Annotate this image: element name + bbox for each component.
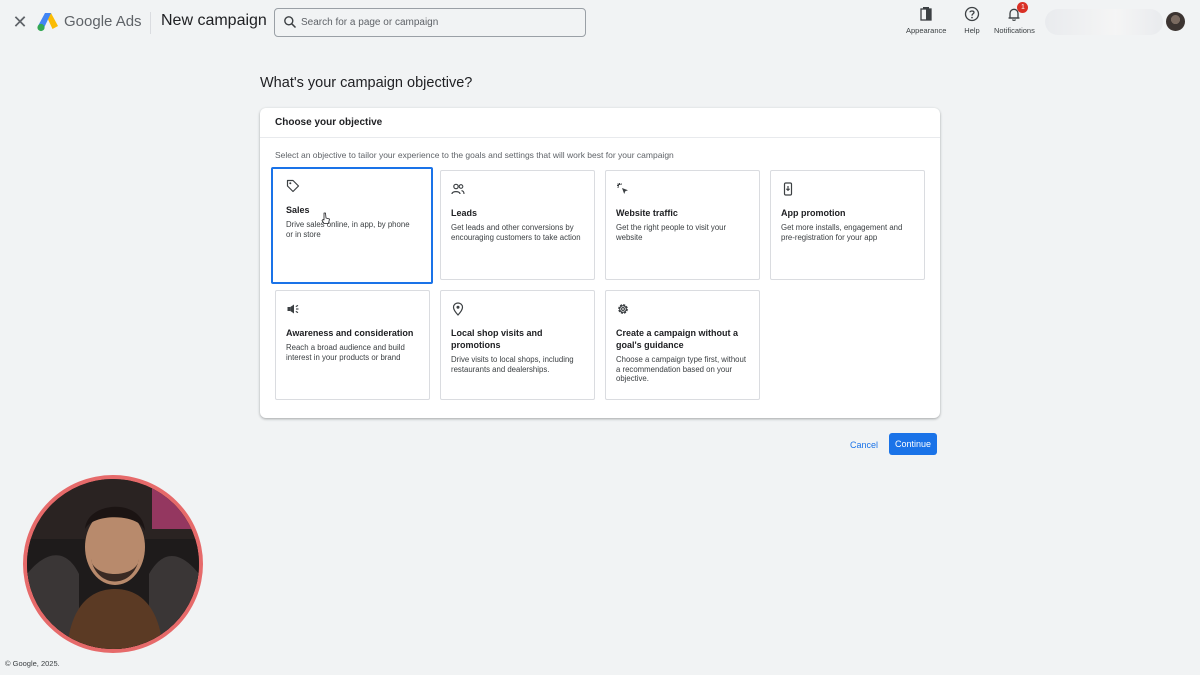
objective-description: Reach a broad audience and build interes… [286, 343, 405, 362]
people-icon [451, 183, 465, 195]
notifications-icon-wrap: 1 [1006, 2, 1029, 22]
page-title: New campaign [161, 12, 267, 29]
objective-title: Awareness and consideration [286, 328, 414, 338]
objective-card-no-goal[interactable]: Create a campaign without a goal's guida… [605, 290, 760, 400]
objective-panel: Choose your objective Select an objectiv… [260, 108, 940, 418]
account-info[interactable] [1045, 9, 1163, 35]
objective-description: Get leads and other conversions by encou… [451, 223, 581, 242]
tag-icon [286, 179, 300, 193]
avatar[interactable] [1166, 12, 1185, 31]
objective-description: Drive visits to local shops, including r… [451, 355, 574, 374]
objective-card-app-promotion[interactable]: App promotion Get more installs, engagem… [770, 170, 925, 280]
close-icon[interactable]: ✕ [11, 13, 29, 31]
copyright-footer: © Google, 2025. [5, 659, 60, 668]
objective-description: Get more installs, engagement and pre-re… [781, 223, 903, 242]
objective-card-website-traffic[interactable]: Website traffic Get the right people to … [605, 170, 760, 280]
notifications-button[interactable]: 1 Notifications [994, 2, 1035, 35]
help-button[interactable]: Help [964, 6, 980, 35]
panel-title: Choose your objective [260, 108, 940, 138]
help-icon [964, 6, 980, 22]
appearance-label: Appearance [906, 26, 947, 35]
header-divider [150, 12, 151, 34]
objective-card-leads[interactable]: Leads Get leads and other conversions by… [440, 170, 595, 280]
location-pin-icon [452, 302, 464, 316]
objective-description: Drive sales online, in app, by phone or … [286, 220, 410, 239]
search-icon [284, 16, 297, 29]
notification-badge: 1 [1017, 2, 1029, 13]
presenter-video-image [27, 479, 199, 649]
webcam-overlay [23, 475, 203, 653]
objective-description: Choose a campaign type first, without a … [616, 355, 747, 383]
brand-name: Google Ads [64, 13, 142, 30]
appearance-button[interactable]: Appearance [906, 6, 946, 35]
objective-title: App promotion [781, 208, 846, 218]
cancel-button[interactable]: Cancel [846, 436, 882, 454]
cursor-click-icon [617, 183, 628, 194]
google-ads-logo-icon[interactable] [37, 12, 59, 32]
objective-title: Sales [286, 205, 310, 215]
mouse-pointer-icon [321, 212, 330, 224]
help-label: Help [964, 26, 980, 35]
objective-card-awareness[interactable]: Awareness and consideration Reach a broa… [275, 290, 430, 400]
objective-title: Website traffic [616, 208, 678, 218]
top-bar: ✕ Google Ads New campaign Appearance Hel… [0, 0, 1200, 46]
objective-title: Leads [451, 208, 478, 218]
megaphone-icon [287, 304, 299, 314]
objective-card-sales[interactable]: Sales Drive sales online, in app, by pho… [271, 167, 433, 284]
objective-title: Local shop visits and promotions [451, 328, 543, 350]
gear-icon [618, 304, 628, 314]
panel-description: Select an objective to tailor your exper… [275, 150, 674, 160]
notifications-label: Notifications [994, 26, 1035, 35]
objective-title: Create a campaign without a goal's guida… [616, 328, 739, 350]
objective-heading: What's your campaign objective? [260, 75, 473, 91]
search-input[interactable] [301, 13, 581, 32]
objective-card-local-shop-visits[interactable]: Local shop visits and promotions Drive v… [440, 290, 595, 400]
appearance-icon [920, 7, 932, 21]
phone-icon [783, 182, 793, 196]
continue-button[interactable]: Continue [889, 433, 937, 455]
objective-description: Get the right people to visit your websi… [616, 223, 727, 242]
search-box[interactable] [274, 8, 586, 37]
